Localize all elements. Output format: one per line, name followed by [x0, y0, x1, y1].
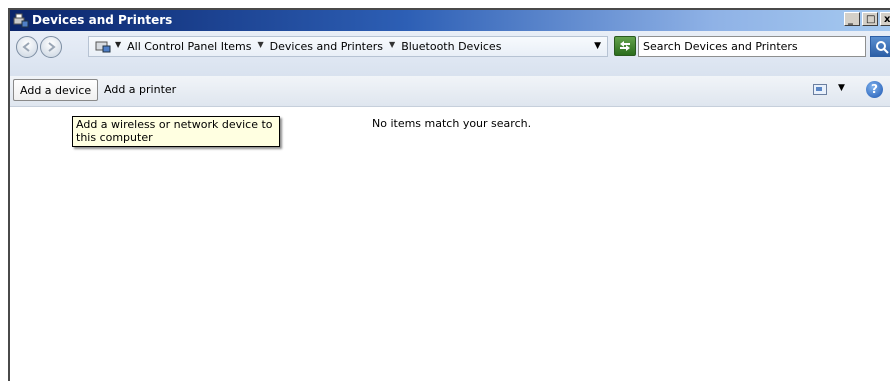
back-button[interactable]	[16, 36, 38, 58]
tooltip: Add a wireless or network device to this…	[72, 116, 280, 147]
search-placeholder: Search Devices and Printers	[643, 40, 798, 53]
close-button[interactable]: x	[880, 12, 890, 26]
title-bar[interactable]: Devices and Printers _ □ x	[10, 10, 890, 31]
window-controls: _ □ x	[844, 12, 890, 29]
view-icon[interactable]	[813, 84, 827, 95]
add-printer-button[interactable]: Add a printer	[98, 79, 182, 101]
help-icon[interactable]: ?	[866, 81, 883, 98]
refresh-button[interactable]	[614, 36, 636, 56]
chevron-down-icon[interactable]: ▼	[838, 83, 845, 93]
back-arrow-icon	[22, 42, 30, 52]
maximize-button[interactable]: □	[862, 12, 878, 26]
search-input[interactable]: Search Devices and Printers	[638, 36, 866, 57]
minimize-icon: _	[848, 14, 853, 25]
chevron-down-icon[interactable]: ▼	[387, 40, 397, 53]
control-panel-icon	[95, 39, 111, 56]
window: Devices and Printers _ □ x ▼ All Control…	[8, 8, 890, 381]
empty-message: No items match your search.	[372, 117, 532, 130]
window-title: Devices and Printers	[32, 13, 173, 27]
breadcrumb-control-panel[interactable]: All Control Panel Items	[127, 40, 251, 53]
refresh-icon	[620, 41, 630, 51]
breadcrumb-devices-printers[interactable]: Devices and Printers	[270, 40, 383, 53]
address-bar[interactable]: ▼ All Control Panel Items ▼ Devices and …	[88, 36, 608, 57]
forward-arrow-icon	[48, 42, 56, 52]
command-bar: Add a device Add a printer ▼ ?	[10, 76, 890, 107]
content-area[interactable]: No items match your search. Add a wirele…	[10, 107, 890, 381]
chevron-down-icon[interactable]: ▼	[115, 40, 121, 53]
search-icon	[876, 41, 889, 54]
breadcrumb-bluetooth-devices[interactable]: Bluetooth Devices	[401, 40, 501, 53]
maximize-icon: □	[866, 14, 876, 25]
search-button[interactable]	[870, 36, 890, 57]
add-device-button[interactable]: Add a device	[13, 79, 99, 101]
forward-button[interactable]	[40, 36, 62, 58]
address-dropdown-icon[interactable]: ▼	[594, 41, 601, 51]
navigation-bar: ▼ All Control Panel Items ▼ Devices and …	[10, 31, 890, 76]
chevron-down-icon[interactable]: ▼	[256, 40, 266, 53]
devices-printers-icon	[13, 12, 29, 28]
minimize-button[interactable]: _	[844, 12, 860, 26]
close-icon: x	[884, 14, 890, 25]
breadcrumb: ▼ All Control Panel Items ▼ Devices and …	[115, 40, 501, 53]
